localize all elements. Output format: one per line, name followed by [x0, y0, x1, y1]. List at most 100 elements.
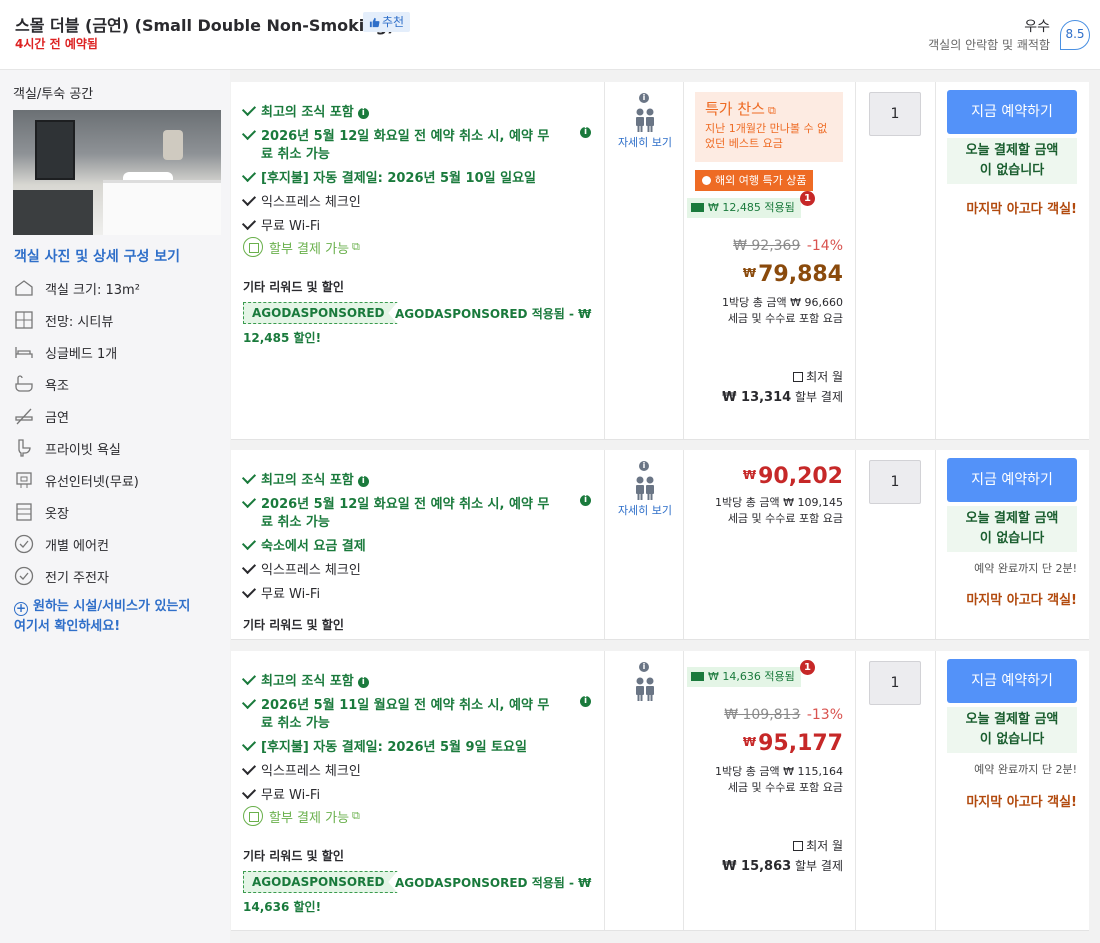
- special-deal-box[interactable]: 특가 찬스 ⧉ 지난 1개월간 만나볼 수 없었던 베스트 요금: [695, 92, 843, 162]
- ethernet-icon: [16, 472, 32, 488]
- sidebar-title: 객실/투숙 공간: [13, 87, 94, 102]
- plus-circle-icon: +: [14, 601, 28, 616]
- installment-icon: [243, 806, 263, 826]
- offer-row-3: 최고의 조식 포함 i 2026년 5월 11일 월요일 전 예약 취소 시, 예…: [231, 651, 1089, 931]
- feature-wifi: 무료 Wi-Fi: [241, 784, 320, 803]
- offer-quantity: 1: [855, 651, 936, 930]
- two-people-icon: [636, 476, 654, 500]
- cancellation-info-icon[interactable]: i: [580, 127, 591, 138]
- booked-notice: 4시간 전 예약됨: [15, 37, 98, 51]
- book-now-button[interactable]: 지금 예약하기: [947, 90, 1077, 134]
- offer-booking: 지금 예약하기 오늘 결제할 금액 이 없습니다 예약 완료까지 단 2분! 마지…: [935, 450, 1089, 639]
- ticket-icon: [691, 203, 704, 212]
- book-now-button[interactable]: 지금 예약하기: [947, 659, 1077, 703]
- final-price: ₩95,177: [742, 731, 843, 756]
- offer-row-1: 최고의 조식 포함 i 2026년 5월 12일 화요일 전 예약 취소 시, 예…: [231, 82, 1089, 440]
- feature-breakfast: 최고의 조식 포함 i: [241, 670, 369, 689]
- feature-cancellation-cont: 료 취소 가능: [261, 716, 330, 731]
- facility-check-link[interactable]: + 원하는 시설/서비스가 있는지 여기서 확인하세요!: [14, 597, 190, 637]
- feature-breakfast: 최고의 조식 포함 i: [241, 469, 369, 488]
- room-quantity-select[interactable]: 1: [869, 460, 921, 504]
- amenity-wired-internet: 유선인터넷(무료): [14, 469, 139, 491]
- feature-cancellation: 2026년 5월 11일 월요일 전 예약 취소 시, 예약 무: [241, 694, 549, 713]
- feature-cancellation-cont: 료 취소 가능: [261, 515, 330, 530]
- room-photo[interactable]: [13, 110, 221, 235]
- coupon-applied-badge: ₩ 14,636 적용됨: [687, 667, 801, 687]
- offer-features: 최고의 조식 포함 i 2026년 5월 11일 월요일 전 예약 취소 시, 예…: [231, 651, 605, 930]
- pay-today-box: 오늘 결제할 금액 이 없습니다: [947, 506, 1077, 552]
- offer-price: ₩ 14,636 적용됨 1 ₩ 109,813 -13% ₩95,177 1박…: [683, 651, 856, 930]
- wardrobe-icon: [16, 503, 32, 521]
- notification-badge: 1: [800, 660, 815, 675]
- offer-row-2: 최고의 조식 포함 i 2026년 5월 12일 화요일 전 예약 취소 시, 예…: [231, 450, 1089, 640]
- feature-wifi: 무료 Wi-Fi: [241, 215, 320, 234]
- thumbs-up-icon: [369, 17, 380, 28]
- amenity-bed: 싱글베드 1개: [14, 341, 117, 363]
- external-link-icon: ⧉: [767, 104, 776, 117]
- info-icon[interactable]: i: [639, 93, 649, 103]
- pay-today-box: 오늘 결제할 금액 이 없습니다: [947, 707, 1077, 753]
- score-subtitle: 객실의 안락함 및 쾌적함: [928, 38, 1050, 52]
- installment-amount: ₩ 13,314 할부 결제: [722, 390, 843, 405]
- offer-price: ₩90,202 1박당 총 금액 ₩ 109,145 세금 및 수수료 포함 요금: [683, 450, 856, 639]
- feature-payment: [후지불] 자동 결제일: 2026년 5월 10일 일요일: [241, 167, 536, 186]
- minimum-monthly: 최저 월: [793, 837, 843, 854]
- offer-quantity: 1: [855, 82, 936, 439]
- feature-cancellation: 2026년 5월 12일 화요일 전 예약 취소 시, 예약 무: [241, 125, 549, 144]
- pay-today-box: 오늘 결제할 금액 이 없습니다: [947, 138, 1077, 184]
- tag-dot-icon: [702, 176, 711, 185]
- coupon-applied-text: AGODASPONSORED 적용됨 - ₩: [395, 876, 592, 890]
- price-note: 1박당 총 금액 ₩ 115,164 세금 및 수수료 포함 요금: [715, 765, 843, 794]
- final-price: ₩90,202: [742, 464, 843, 489]
- no-smoking-icon: [15, 408, 33, 425]
- minimum-monthly: 최저 월: [793, 368, 843, 385]
- offer-booking: 지금 예약하기 오늘 결제할 금액 이 없습니다 예약 완료까지 단 2분! 마지…: [935, 651, 1089, 930]
- last-room-notice: 마지막 아고다 객실!: [966, 795, 1077, 810]
- feature-payment: [후지불] 자동 결제일: 2026년 5월 9일 토요일: [241, 736, 527, 755]
- info-icon[interactable]: i: [357, 108, 369, 119]
- other-rewards-title: 기타 리워드 및 할인: [243, 849, 344, 863]
- coupon-applied-text: AGODASPONSORED 적용됨 - ₩: [395, 307, 592, 321]
- recommend-badge[interactable]: 추천: [363, 12, 411, 32]
- coupon-discount-text: 14,636 할인!: [243, 900, 322, 914]
- info-icon[interactable]: i: [639, 461, 649, 471]
- offer-features: 최고의 조식 포함 i 2026년 5월 12일 화요일 전 예약 취소 시, 예…: [231, 450, 605, 639]
- room-photo-link[interactable]: 객실 사진 및 상세 구성 보기: [14, 246, 180, 266]
- last-room-notice: 마지막 아고다 객실!: [966, 593, 1077, 608]
- offer-features: 최고의 조식 포함 i 2026년 5월 12일 화요일 전 예약 취소 시, 예…: [231, 82, 605, 439]
- amenity-electric-kettle: 전기 주전자: [14, 565, 109, 587]
- info-icon[interactable]: i: [639, 662, 649, 672]
- two-people-icon: [636, 677, 654, 701]
- external-link-icon: ⧉: [352, 809, 360, 822]
- offer-occupancy: i 자세히 보기: [604, 82, 684, 439]
- book-now-button[interactable]: 지금 예약하기: [947, 458, 1077, 502]
- installment-amount: ₩ 15,863 할부 결제: [722, 859, 843, 874]
- feature-payment: 숙소에서 요금 결제: [241, 535, 366, 554]
- cancellation-info-icon[interactable]: i: [580, 696, 591, 707]
- price-note: 1박당 총 금액 ₩ 96,660 세금 및 수수료 포함 요금: [722, 296, 843, 325]
- feature-installment[interactable]: 할부 결제 가능 ⧉: [243, 806, 360, 826]
- bed-icon: [15, 347, 33, 358]
- occupancy-details-link[interactable]: 자세히 보기: [615, 134, 675, 152]
- info-icon[interactable]: i: [357, 476, 369, 487]
- offer-occupancy: i 자세히 보기: [604, 450, 684, 639]
- score-label: 우수: [1024, 19, 1050, 35]
- feature-cancellation: 2026년 5월 12일 화요일 전 예약 취소 시, 예약 무: [241, 493, 549, 512]
- feature-cancellation-cont: 료 취소 가능: [261, 147, 330, 162]
- occupancy-details-link[interactable]: 자세히 보기: [615, 502, 675, 520]
- coupon-discount-text: 12,485 할인!: [243, 331, 322, 345]
- offer-booking: 지금 예약하기 오늘 결제할 금액 이 없습니다 마지막 아고다 객실!: [935, 82, 1089, 439]
- last-room-notice: 마지막 아고다 객실!: [966, 202, 1077, 217]
- overseas-deal-tag: 해외 여행 특가 상품: [695, 170, 814, 191]
- external-link-icon: [793, 841, 804, 851]
- window-icon: [15, 311, 33, 329]
- room-quantity-select[interactable]: 1: [869, 661, 921, 705]
- notification-badge: 1: [800, 191, 815, 206]
- info-icon[interactable]: i: [357, 677, 369, 688]
- score-badge: 8.5: [1060, 20, 1090, 50]
- toilet-icon: [18, 439, 31, 457]
- feature-installment[interactable]: 할부 결제 가능 ⧉: [243, 237, 360, 257]
- original-price: ₩ 92,369 -14%: [733, 238, 843, 254]
- room-quantity-select[interactable]: 1: [869, 92, 921, 136]
- cancellation-info-icon[interactable]: i: [580, 495, 591, 506]
